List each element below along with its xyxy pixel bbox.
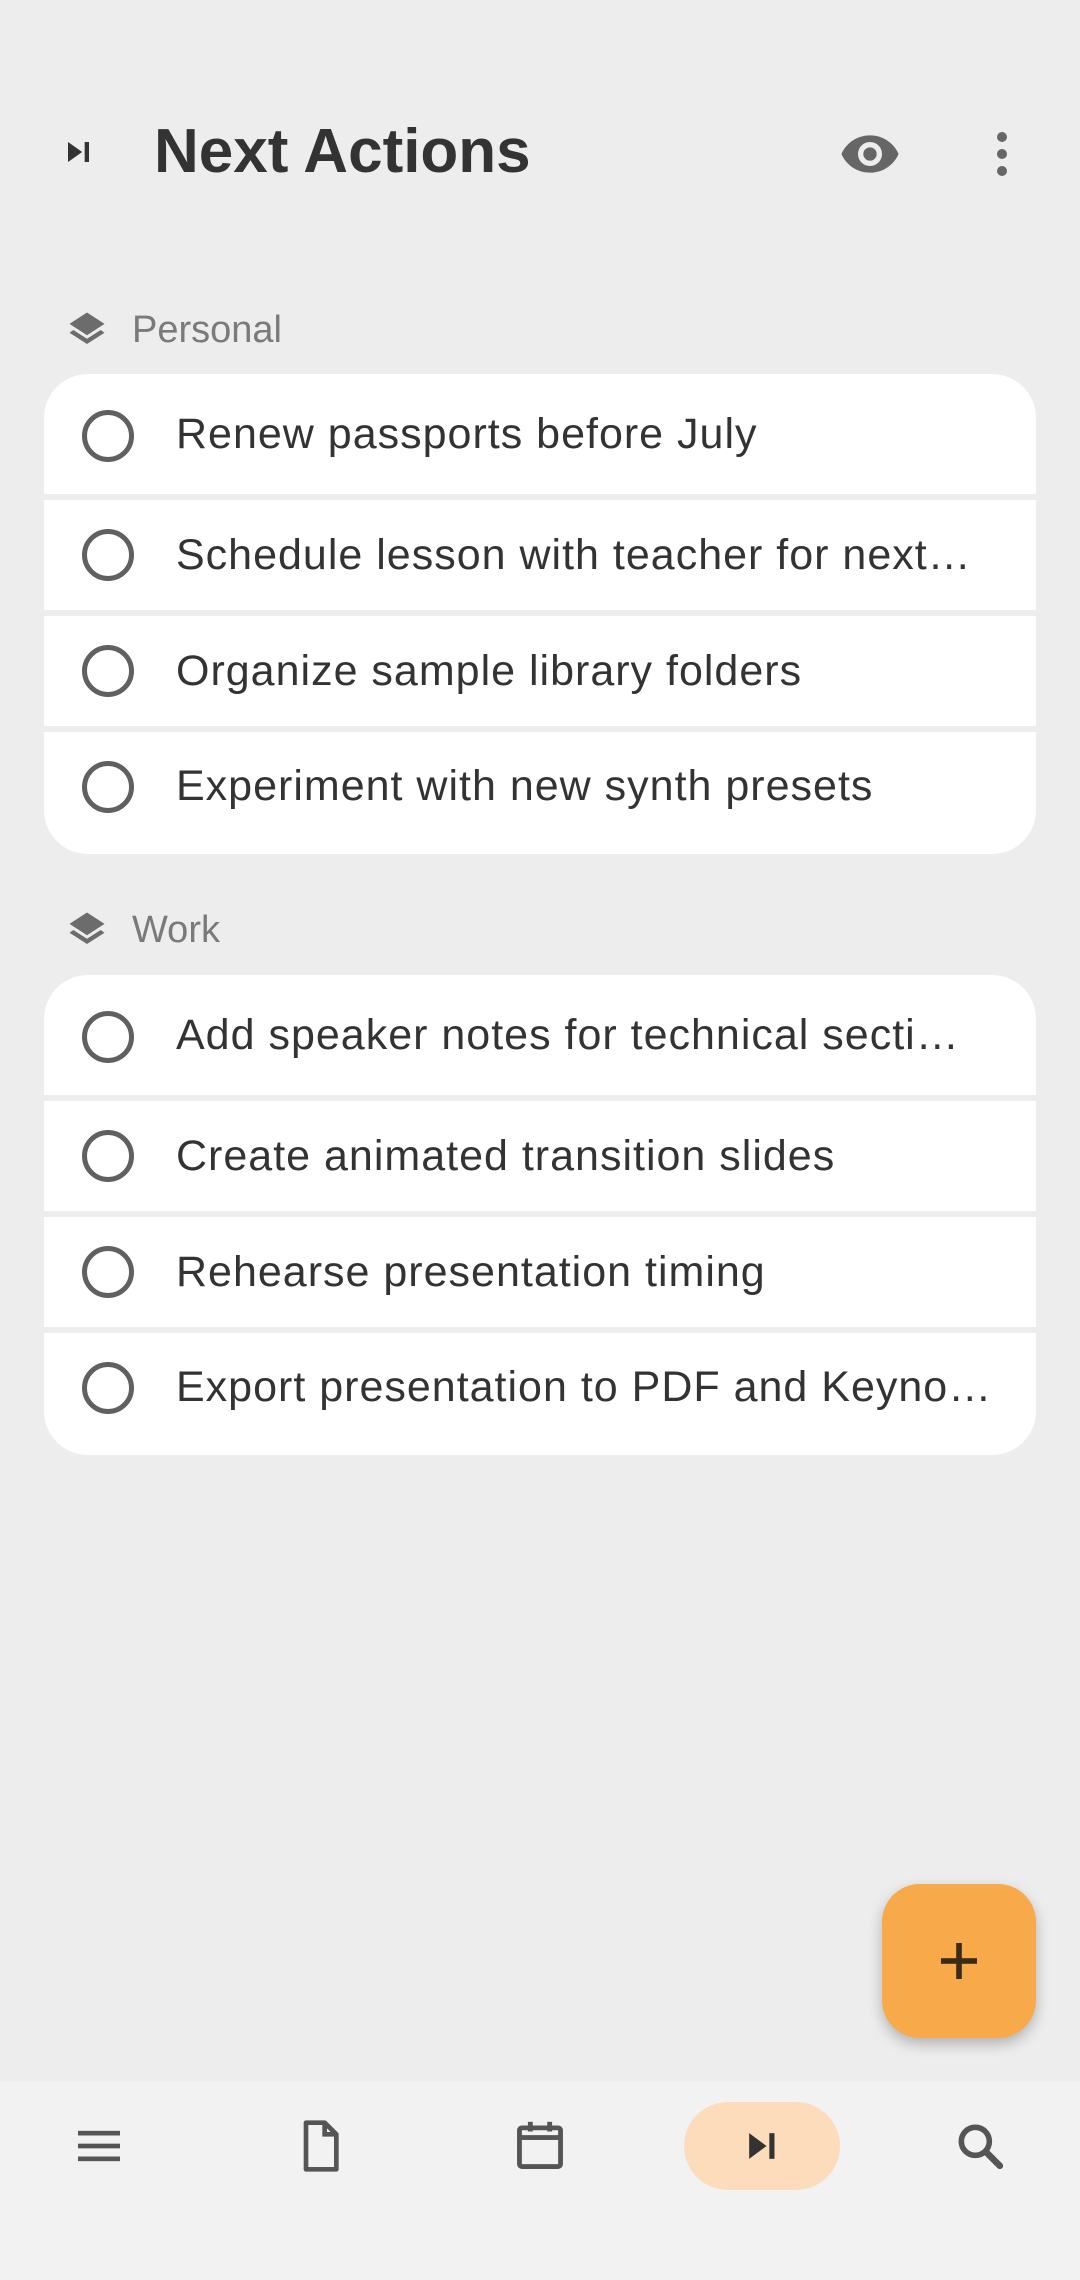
skip-next-icon <box>749 2133 775 2159</box>
checkbox-circle[interactable] <box>82 410 134 462</box>
document-icon <box>303 2120 339 2172</box>
checkbox-circle[interactable] <box>82 529 134 581</box>
checkbox-circle[interactable] <box>82 761 134 813</box>
list-item[interactable]: Renew passports before July <box>44 374 1036 494</box>
bottom-navigation <box>0 2082 1080 2280</box>
checkbox-circle[interactable] <box>82 645 134 697</box>
list-item[interactable]: Organize sample library folders <box>44 616 1036 726</box>
layers-icon <box>69 312 105 344</box>
top-app-bar: Next Actions <box>0 0 1080 300</box>
task-title: Rehearse presentation timing <box>176 1247 766 1296</box>
list-item[interactable]: Create animated transition slides <box>44 1101 1036 1211</box>
list-item[interactable]: Export presentation to PDF and Keyno… <box>44 1333 1036 1455</box>
task-title: Organize sample library folders <box>176 646 803 695</box>
eye-icon[interactable] <box>834 122 906 186</box>
task-title: Create animated transition slides <box>176 1131 836 1180</box>
menu-icon <box>78 2130 120 2162</box>
checkbox-circle[interactable] <box>82 1130 134 1182</box>
nav-search[interactable] <box>902 2102 1058 2190</box>
list-item[interactable]: Add speaker notes for technical secti… <box>44 975 1036 1095</box>
checkbox-circle[interactable] <box>82 1362 134 1414</box>
task-title: Renew passports before July <box>176 409 758 458</box>
section-title: Work <box>132 908 220 951</box>
list-item[interactable]: Schedule lesson with teacher for next… <box>44 500 1036 610</box>
task-list-personal: Renew passports before July Schedule les… <box>44 374 1036 854</box>
calendar-icon <box>517 2121 563 2169</box>
list-item[interactable]: Experiment with new synth presets <box>44 732 1036 854</box>
search-icon <box>958 2124 1004 2170</box>
task-title: Export presentation to PDF and Keyno… <box>176 1363 993 1411</box>
section-header-work: Work <box>66 900 220 960</box>
add-task-button[interactable] <box>882 1884 1036 2038</box>
plus-icon <box>941 1943 977 1979</box>
list-item[interactable]: Rehearse presentation timing <box>44 1217 1036 1327</box>
task-title: Add speaker notes for technical secti… <box>176 1010 960 1059</box>
section-header-personal: Personal <box>66 300 282 360</box>
nav-next-actions[interactable] <box>684 2102 840 2190</box>
section-title: Personal <box>132 308 282 351</box>
layers-icon <box>69 912 105 944</box>
task-title: Experiment with new synth presets <box>176 762 874 810</box>
task-list-work: Add speaker notes for technical secti… C… <box>44 975 1036 1455</box>
checkbox-circle[interactable] <box>82 1011 134 1063</box>
page-title: Next Actions <box>154 117 531 186</box>
nav-calendar[interactable] <box>462 2102 618 2190</box>
task-title: Schedule lesson with teacher for next… <box>176 530 972 579</box>
nav-documents[interactable] <box>242 2102 398 2190</box>
skip-next-icon[interactable] <box>48 122 108 182</box>
nav-menu[interactable] <box>21 2102 177 2190</box>
more-vert-icon[interactable] <box>974 122 1030 186</box>
checkbox-circle[interactable] <box>82 1246 134 1298</box>
